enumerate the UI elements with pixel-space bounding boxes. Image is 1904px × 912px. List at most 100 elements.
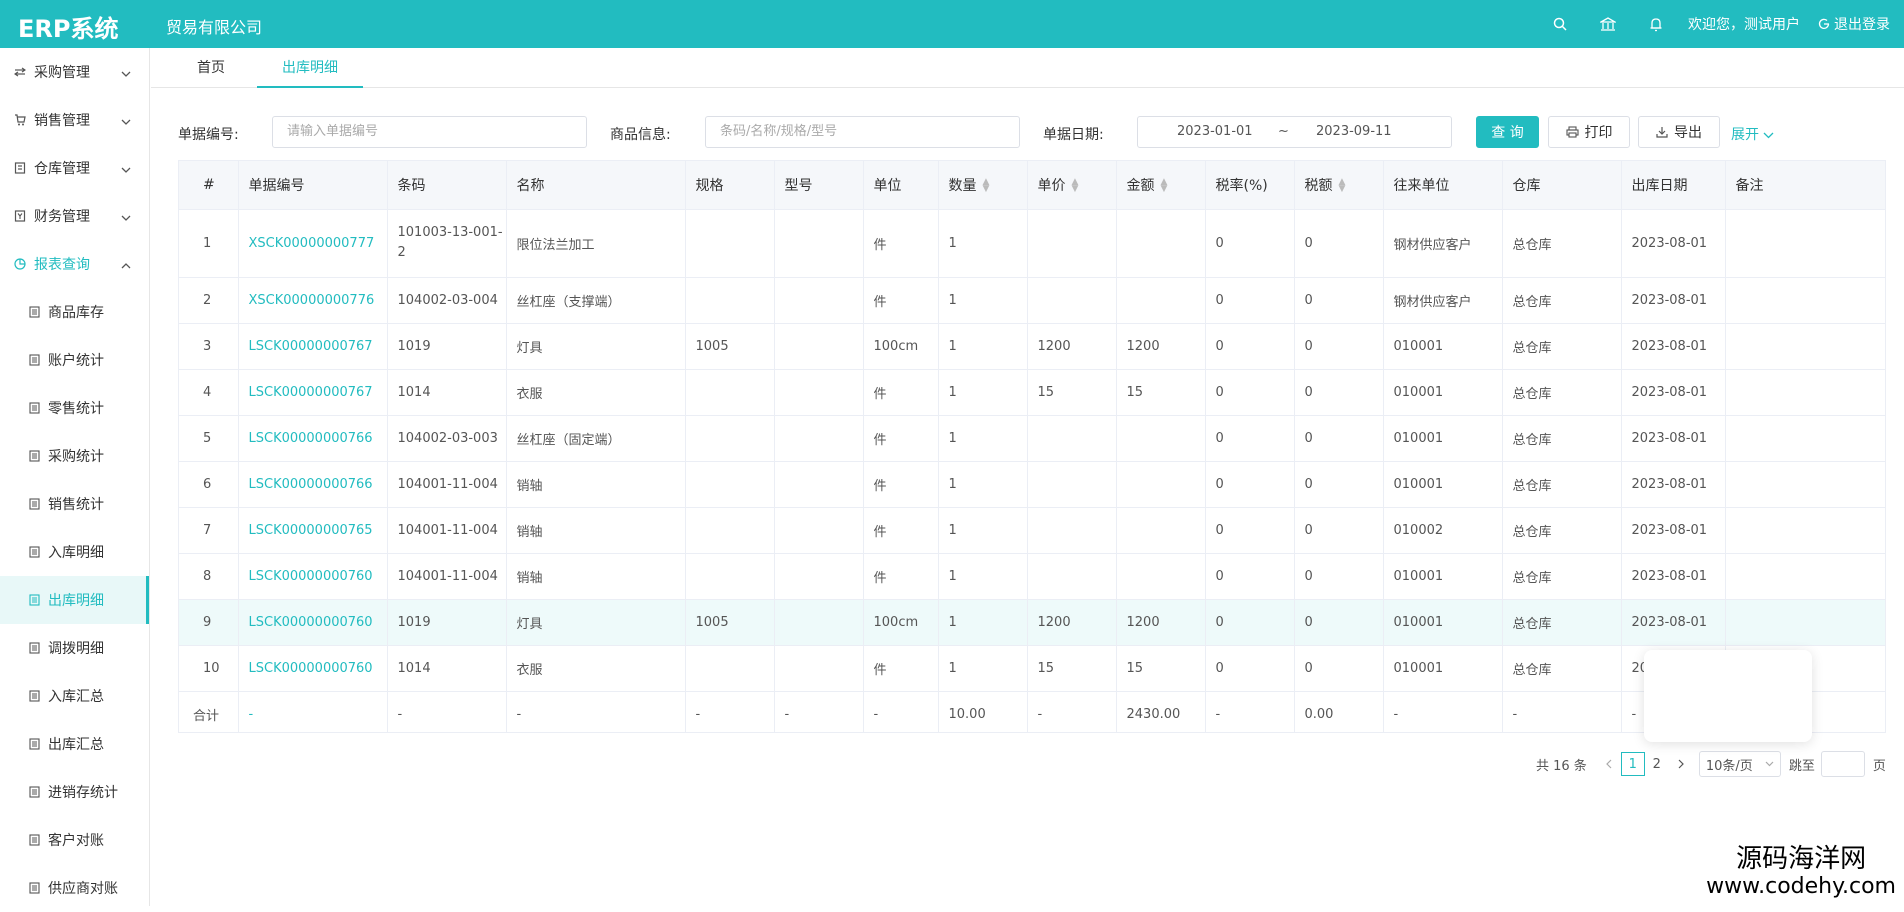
- sidebar-item-retail-stats[interactable]: 零售统计: [0, 384, 149, 432]
- prev-page-icon[interactable]: [1597, 752, 1621, 776]
- sidebar-label: 零售统计: [48, 398, 104, 418]
- column-header-sortable[interactable]: 单价▲▼: [1027, 161, 1116, 209]
- sidebar-item-reports[interactable]: 报表查询: [0, 240, 149, 288]
- table-cell: 总仓库: [1502, 415, 1621, 461]
- goods-info-input[interactable]: 条码/名称/规格/型号: [705, 116, 1020, 148]
- table-cell: 5: [179, 415, 238, 461]
- column-header-sortable[interactable]: 数量▲▼: [938, 161, 1027, 209]
- table-cell: 010001: [1383, 553, 1502, 599]
- table-row[interactable]: 8LSCK00000000760104001-11-004销轴件10001000…: [179, 553, 1886, 599]
- expand-label: 展开: [1731, 127, 1759, 143]
- table-cell: [774, 507, 863, 553]
- table-cell: 15: [1027, 645, 1116, 691]
- document-icon: [26, 304, 42, 320]
- table-cell: 0: [1205, 645, 1294, 691]
- document-icon: [26, 448, 42, 464]
- watermark-title: 源码海洋网: [1706, 844, 1896, 874]
- document-icon: [26, 592, 42, 608]
- table-cell: [1725, 507, 1886, 553]
- table-cell: [1725, 277, 1886, 323]
- sidebar-item-outbound-summary[interactable]: 出库汇总: [0, 720, 149, 768]
- table-cell: 2023-08-01: [1621, 507, 1725, 553]
- sort-icon[interactable]: ▲▼: [1161, 179, 1168, 193]
- print-button[interactable]: 打印: [1548, 116, 1630, 148]
- tab-home[interactable]: 首页: [181, 48, 241, 88]
- page-number[interactable]: 2: [1645, 752, 1669, 776]
- download-icon: [1656, 126, 1668, 138]
- doc-number-link[interactable]: LSCK00000000760: [238, 645, 387, 691]
- document-icon: [26, 736, 42, 752]
- floating-popup[interactable]: [1644, 650, 1812, 742]
- doc-number-link[interactable]: LSCK00000000766: [238, 461, 387, 507]
- sort-icon[interactable]: ▲▼: [1339, 179, 1346, 193]
- page-size-select[interactable]: 10条/页: [1699, 751, 1781, 777]
- doc-number-link[interactable]: LSCK00000000765: [238, 507, 387, 553]
- doc-number-link[interactable]: XSCK00000000776: [238, 277, 387, 323]
- sidebar-item-warehouse[interactable]: 仓库管理: [0, 144, 149, 192]
- table-cell: 件: [863, 209, 938, 277]
- doc-number-link[interactable]: LSCK00000000767: [238, 369, 387, 415]
- doc-number-link[interactable]: XSCK00000000777: [238, 209, 387, 277]
- sidebar-item-supplier-recon[interactable]: 供应商对账: [0, 864, 149, 912]
- doc-number-link[interactable]: LSCK00000000760: [238, 553, 387, 599]
- sidebar-item-stock[interactable]: 商品库存: [0, 288, 149, 336]
- sidebar-item-outbound-detail[interactable]: 出库明细: [0, 576, 149, 624]
- next-page-icon[interactable]: [1669, 752, 1693, 776]
- tab-outbound-detail[interactable]: 出库明细: [257, 48, 363, 88]
- logout-link[interactable]: 退出登录: [1818, 14, 1890, 34]
- table-cell: 1005: [685, 323, 774, 369]
- column-header-sortable[interactable]: 金额▲▼: [1116, 161, 1205, 209]
- sidebar-item-purchase[interactable]: 采购管理: [0, 48, 149, 96]
- doc-number-link[interactable]: LSCK00000000767: [238, 323, 387, 369]
- table-row[interactable]: 3LSCK000000007671019灯具1005100cm112001200…: [179, 323, 1886, 369]
- sidebar-item-inbound-summary[interactable]: 入库汇总: [0, 672, 149, 720]
- expand-toggle[interactable]: 展开: [1731, 124, 1774, 144]
- outbound-table: # 单据编号 条码 名称 规格 型号 单位 数量▲▼ 单价▲▼ 金额▲▼ 税率(…: [178, 160, 1886, 733]
- table-cell: 件: [863, 461, 938, 507]
- sidebar-item-inbound-detail[interactable]: 入库明细: [0, 528, 149, 576]
- table-row[interactable]: 5LSCK00000000766104002-03-003丝杠座（固定端）件10…: [179, 415, 1886, 461]
- sidebar-label: 销售管理: [34, 110, 90, 130]
- table-cell: 15: [1116, 645, 1205, 691]
- page-size-value: 10条/页: [1706, 755, 1753, 774]
- sidebar-item-purchase-stats[interactable]: 采购统计: [0, 432, 149, 480]
- search-icon[interactable]: [1536, 0, 1584, 48]
- page-tabs: 首页 出库明细: [151, 48, 1904, 88]
- export-button[interactable]: 导出: [1638, 116, 1720, 148]
- sidebar-item-transfer-detail[interactable]: 调拨明细: [0, 624, 149, 672]
- page-number[interactable]: 1: [1621, 752, 1645, 776]
- jump-page-input[interactable]: [1821, 751, 1865, 777]
- table-cell: [774, 645, 863, 691]
- query-button[interactable]: 查 询: [1476, 116, 1539, 148]
- table-cell: 0: [1294, 323, 1383, 369]
- chevron-down-icon: [121, 65, 131, 81]
- home-icon[interactable]: [1584, 0, 1632, 48]
- summary-row: 合计------10.00-2430.00-0.00---: [179, 691, 1886, 733]
- doc-number-input[interactable]: 请输入单据编号: [272, 116, 587, 148]
- table-row[interactable]: 10LSCK000000007601014衣服件1151500010001总仓库…: [179, 645, 1886, 691]
- sidebar-item-finance[interactable]: 财务管理: [0, 192, 149, 240]
- sort-icon[interactable]: ▲▼: [1072, 179, 1079, 193]
- table-row[interactable]: 9LSCK000000007601019灯具1005100cm112001200…: [179, 599, 1886, 645]
- column-header-sortable[interactable]: 税额▲▼: [1294, 161, 1383, 209]
- sidebar-item-sales-stats[interactable]: 销售统计: [0, 480, 149, 528]
- sidebar-item-account-stats[interactable]: 账户统计: [0, 336, 149, 384]
- summary-cell: 2430.00: [1116, 691, 1205, 733]
- table-cell: [1116, 277, 1205, 323]
- bell-icon[interactable]: [1632, 0, 1680, 48]
- sidebar-item-inventory-stats[interactable]: 进销存统计: [0, 768, 149, 816]
- doc-number-link[interactable]: LSCK00000000760: [238, 599, 387, 645]
- sidebar-item-sales[interactable]: 销售管理: [0, 96, 149, 144]
- table-row[interactable]: 1XSCK00000000777101003-13-001-2限位法兰加工件10…: [179, 209, 1886, 277]
- table-cell: 010001: [1383, 415, 1502, 461]
- column-header: 税率(%): [1205, 161, 1294, 209]
- sort-icon[interactable]: ▲▼: [983, 179, 990, 193]
- table-row[interactable]: 2XSCK00000000776104002-03-004丝杠座（支撑端）件10…: [179, 277, 1886, 323]
- table-row[interactable]: 7LSCK00000000765104001-11-004销轴件10001000…: [179, 507, 1886, 553]
- table-row[interactable]: 6LSCK00000000766104001-11-004销轴件10001000…: [179, 461, 1886, 507]
- table-row[interactable]: 4LSCK000000007671014衣服件1151500010001总仓库2…: [179, 369, 1886, 415]
- sidebar-item-customer-recon[interactable]: 客户对账: [0, 816, 149, 864]
- doc-number-link[interactable]: LSCK00000000766: [238, 415, 387, 461]
- top-bar: ERP系统 贸易有限公司 欢迎您，测试用户 退出登录: [0, 0, 1904, 48]
- table-cell: 1: [938, 209, 1027, 277]
